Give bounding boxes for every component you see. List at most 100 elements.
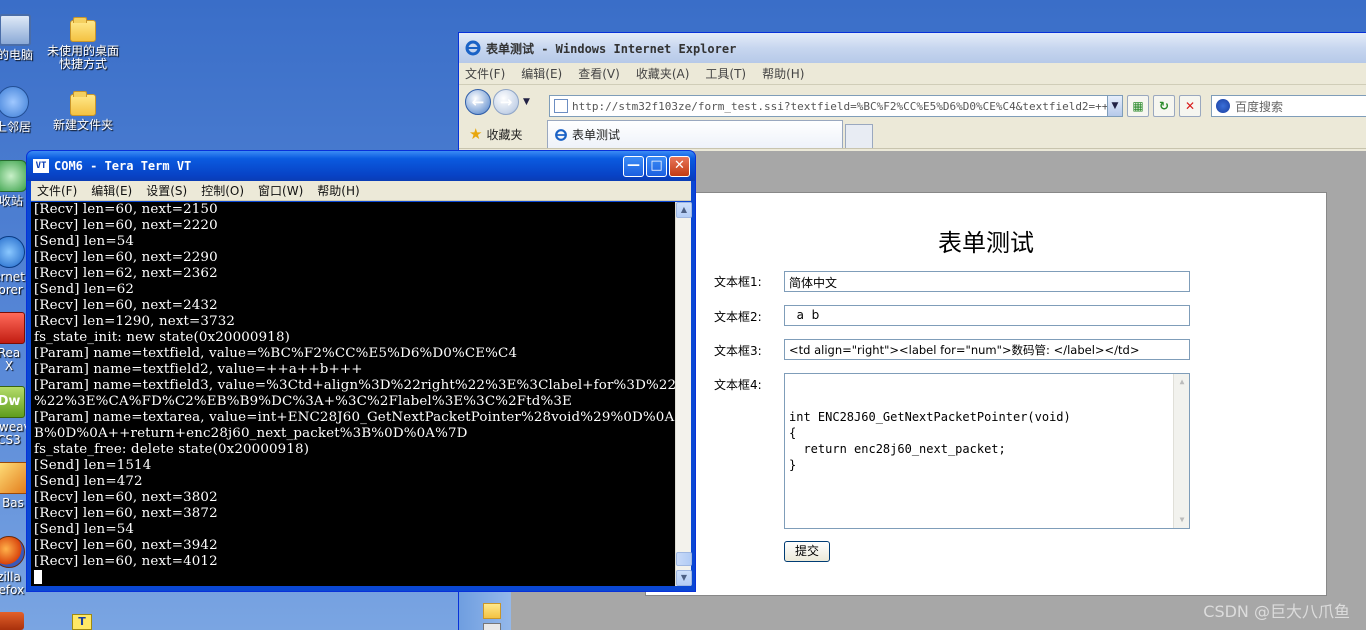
terminal-line: %22%3E%CA%FD%C2%EB%B9%DC%3A+%3C%2Flabel%… [34,394,572,409]
textfield2-input[interactable]: a b [784,305,1190,326]
new-tab-button[interactable] [845,124,873,148]
forward-button[interactable]: → [493,89,519,115]
ie-menu-file[interactable]: 文件(F) [465,65,505,82]
teraterm-menu-bar: 文件(F) 编辑(E) 设置(S) 控制(O) 窗口(W) 帮助(H) [31,181,691,201]
terminal-line: [Param] name=textfield, value=%BC%F2%CC%… [34,346,518,361]
textfield3-input[interactable]: <td align="right"><label for="num">数码管: … [784,339,1190,360]
desktop-icon-text-file[interactable]: T [72,614,92,630]
terminal-line: [Param] name=textfield2, value=++a++b+++ [34,362,363,377]
desktop-icon-label: zilla refox [0,570,25,597]
ie-menu-help[interactable]: 帮助(H) [762,65,804,82]
terminal-line: [Send] len=62 [34,282,135,297]
ie-menu-bar: 文件(F) 编辑(E) 查看(V) 收藏夹(A) 工具(T) 帮助(H) [459,63,1366,85]
bash-icon [0,462,29,494]
adobe-reader-icon [0,312,25,344]
ie-title-text: 表单测试 - Windows Internet Explorer [486,41,737,56]
tt-menu-edit[interactable]: 编辑(E) [91,182,132,199]
page-title: 表单测试 [938,229,1034,257]
terminal-line: [Recv] len=60, next=2220 [34,218,218,233]
favorites-bar: ★ 收藏夹 表单测试 [459,119,1366,149]
teraterm-logo-icon: VT [33,159,49,173]
desktop-icon-unused-shortcuts[interactable]: 未使用的桌面快捷方式 [38,14,128,71]
terminal-line: [Send] len=54 [34,234,135,249]
textfield3-label: 文本框3: [714,344,762,358]
favorites-label: 收藏夹 [486,127,523,142]
terminal-line: [Param] name=textarea, value=int+ENC28J6… [34,410,675,425]
ie-menu-view[interactable]: 查看(V) [578,65,620,82]
desktop-icon-label: 收站 [0,194,23,208]
form-page: 表单测试 文本框1: 简体中文 文本框2: a b 文本框3: <td alig… [645,192,1327,596]
compatibility-view-icon[interactable]: ▦ [1127,95,1149,117]
tab-label: 表单测试 [572,128,621,142]
scroll-up-arrow-icon[interactable]: ▲ [676,202,692,218]
ie-menu-tools[interactable]: 工具(T) [705,65,746,82]
firefox-icon [0,536,25,568]
terminal-line: [Send] len=54 [34,522,135,537]
back-button[interactable]: ← [465,89,491,115]
star-icon: ★ [469,125,483,143]
tt-menu-help[interactable]: 帮助(H) [317,182,359,199]
address-dropdown-button[interactable]: ▼ [1107,95,1123,117]
submit-button[interactable]: 提交 [784,541,830,562]
history-dropdown-icon[interactable]: ▼ [523,97,530,107]
textarea-input[interactable]: int ENC28J60_GetNextPacketPointer(void) … [784,373,1190,529]
scroll-up-arrow-icon[interactable]: ▲ [1174,374,1190,390]
terminal-line: [Recv] len=60, next=2150 [34,202,218,217]
ie-menu-edit[interactable]: 编辑(E) [521,65,562,82]
maximize-button[interactable]: □ [646,156,667,177]
close-button[interactable]: ✕ [669,156,690,177]
desktop-icon-label: 新建文件夹 [52,118,113,132]
terminal-line: fs_state_init: new state(0x20000918) [34,330,290,345]
terminal-line: [Send] len=472 [34,474,143,489]
address-bar[interactable]: http://stm32f103ze/form_test.ssi?textfie… [549,95,1115,117]
teraterm-window: VT COM6 - Tera Term VT — □ ✕ 文件(F) 编辑(E)… [26,150,696,592]
internet-explorer-icon [465,40,481,56]
textfield1-label: 文本框1: [714,275,762,289]
tt-menu-setup[interactable]: 设置(S) [146,182,187,199]
textarea-scrollbar[interactable]: ▲ ▼ [1173,374,1189,528]
terminal-line: B%0D%0A++return+enc28j60_next_packet%3B%… [34,426,468,441]
terminal-line: [Recv] len=62, next=2362 [34,266,218,281]
computer-icon [0,14,31,46]
search-input[interactable]: 百度搜索 [1211,95,1366,117]
terminal-output[interactable]: [Recv] len=60, next=2150 [Recv] len=60, n… [31,202,675,586]
terminal-line: [Send] len=1514 [34,458,152,473]
favorites-button[interactable]: ★ 收藏夹 [469,125,522,143]
desktop-icon-label: Bas [2,496,24,510]
scroll-down-arrow-icon[interactable]: ▼ [676,570,692,586]
terminal-line: [Recv] len=60, next=2432 [34,298,218,313]
desktop-icon-new-folder[interactable]: 新建文件夹 [38,88,128,132]
internet-explorer-icon [0,236,25,268]
teraterm-title-bar[interactable]: VT COM6 - Tera Term VT [27,151,695,181]
desktop-icon-partial-bottom[interactable] [0,612,24,630]
terminal-line: [Recv] len=60, next=3872 [34,506,218,521]
terminal-line: [Recv] len=60, next=4012 [34,554,218,569]
textfield1-input[interactable]: 简体中文 [784,271,1190,292]
desktop-icon-label: 的电脑 [0,48,33,62]
folder-icon[interactable] [483,603,501,619]
desktop-icon-label: ernet lorer [0,270,25,297]
terminal-scrollbar[interactable]: ▲ ▼ [675,202,692,586]
minimize-button[interactable]: — [623,156,644,177]
browser-tab-form-test[interactable]: 表单测试 [547,120,843,148]
scrollbar-thumb[interactable] [676,552,692,566]
terminal-line: [Recv] len=60, next=3802 [34,490,218,505]
desktop-icon-label: Rea X [0,346,21,373]
terminal-line: [Param] name=textfield3, value=%3Ctd+ali… [34,378,675,393]
tt-menu-file[interactable]: 文件(F) [37,182,77,199]
network-icon [0,86,29,118]
tt-menu-window[interactable]: 窗口(W) [258,182,303,199]
ie-menu-favorites[interactable]: 收藏夹(A) [636,65,690,82]
refresh-icon[interactable]: ↻ [1153,95,1175,117]
terminal-line: [Recv] len=60, next=2290 [34,250,218,265]
tt-menu-control[interactable]: 控制(O) [201,182,244,199]
ie-title-bar[interactable]: 表单测试 - Windows Internet Explorer [459,33,1366,63]
recycle-bin-icon [0,160,27,192]
stop-icon[interactable]: ✕ [1179,95,1201,117]
dreamweaver-icon: Dw [0,386,25,418]
scroll-down-arrow-icon[interactable]: ▼ [1174,512,1190,528]
printer-icon[interactable] [483,623,501,630]
textarea-content: int ENC28J60_GetNextPacketPointer(void) … [789,410,1071,472]
terminal-line: fs_state_free: delete state(0x20000918) [34,442,310,457]
terminal-line: [Recv] len=60, next=3942 [34,538,218,553]
